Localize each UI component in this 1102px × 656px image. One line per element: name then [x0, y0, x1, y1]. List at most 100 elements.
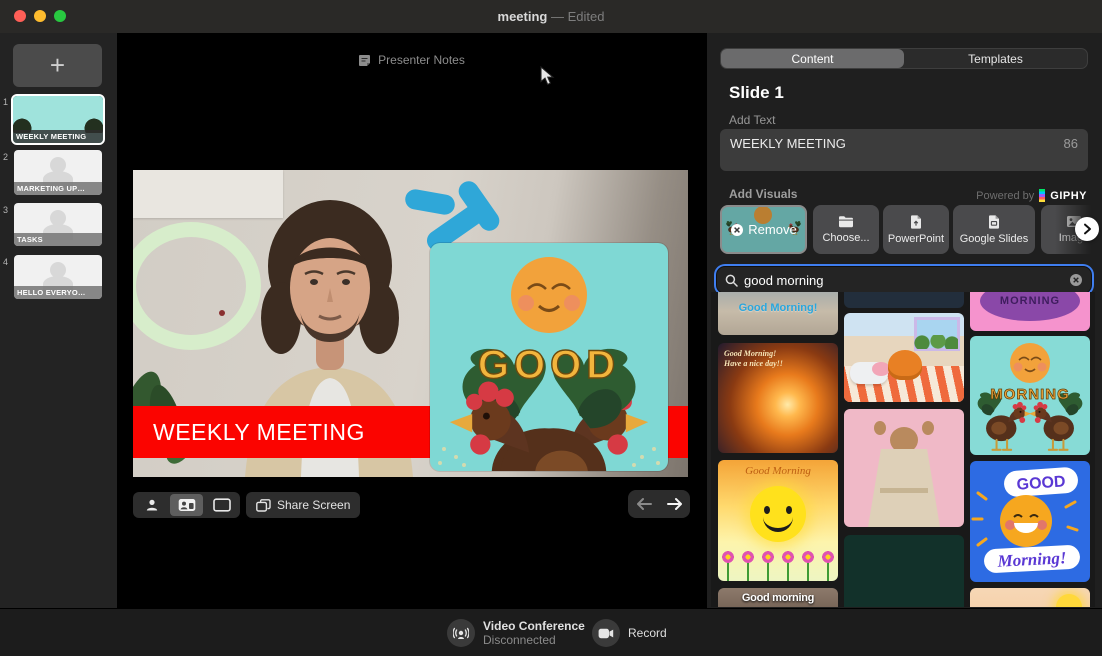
hand-graphic: [874, 421, 886, 435]
share-screen-button[interactable]: Share Screen: [246, 492, 360, 518]
sun-eye: [786, 506, 792, 514]
powered-by-label: Powered by: [976, 190, 1034, 202]
document-name: meeting: [498, 9, 548, 24]
sun-smile: [763, 516, 793, 532]
slide-thumbnail-2[interactable]: MARKETING UP…: [14, 150, 102, 195]
share-screen-label: Share Screen: [277, 498, 350, 512]
gif-caption: MORNING: [1000, 295, 1060, 307]
person-silhouette: [50, 262, 66, 278]
slide-thumbnail-4[interactable]: HELLO EVERYO…: [14, 255, 102, 299]
slide-thumb-label: HELLO EVERYO…: [14, 286, 102, 299]
slide-number: 3: [3, 205, 13, 215]
gif-result[interactable]: MORNING: [970, 292, 1090, 331]
slide-thumbnail-3[interactable]: TASKS: [14, 203, 102, 246]
previous-slide-button[interactable]: [635, 497, 653, 511]
gif-caption: Good Morning: [718, 465, 838, 477]
share-screen-icon: [256, 499, 271, 512]
layout-slide-only-button[interactable]: [205, 494, 238, 516]
gif-results-grid: Good Morning! Good Morning! Have a nice …: [711, 292, 1095, 607]
gif-result[interactable]: [844, 535, 964, 607]
slide-text-value: WEEKLY MEETING: [730, 136, 846, 151]
picture-in-picture-icon: [178, 498, 196, 512]
google-slides-label: Google Slides: [960, 233, 1029, 245]
gif-caption: Good Morning!: [718, 302, 838, 314]
gif-word: GOOD: [478, 343, 620, 387]
layout-presenter-button[interactable]: [135, 494, 168, 516]
search-icon: [725, 274, 738, 287]
text-blob-graphic: MORNING: [980, 292, 1080, 321]
cat-graphic: [888, 350, 922, 380]
stage: Presenter Notes: [117, 33, 706, 608]
video-conference-button[interactable]: [447, 619, 475, 647]
person-icon: [145, 498, 159, 512]
slide-thumbnail-1[interactable]: WEEKLY MEETING: [11, 94, 105, 145]
giphy-logo-text: GIPHY: [1050, 190, 1087, 202]
gif-result[interactable]: [970, 588, 1090, 607]
google-slides-file-icon: [988, 215, 1000, 229]
content-panel: Content Templates Slide 1 Add Text WEEKL…: [706, 33, 1102, 608]
slide-text-input[interactable]: WEEKLY MEETING 86: [720, 129, 1088, 171]
slide-thumb-label: MARKETING UP…: [14, 182, 102, 195]
tab-templates[interactable]: Templates: [904, 49, 1087, 68]
slide-nav: [628, 490, 690, 518]
google-slides-button[interactable]: Google Slides: [953, 205, 1035, 254]
gif-caption: Good Morning!: [724, 349, 776, 358]
clear-search-icon[interactable]: [1069, 273, 1083, 287]
slide-number: 2: [3, 152, 13, 162]
window-title: meeting — Edited: [0, 9, 1102, 24]
gif-caption: GOOD: [1016, 473, 1066, 493]
connection-status: Disconnected: [483, 633, 556, 647]
video-conference-label: Video Conference: [483, 619, 585, 633]
record-button[interactable]: [592, 619, 620, 647]
presenter-notes-label: Presenter Notes: [378, 53, 465, 67]
search-input[interactable]: [744, 273, 1063, 288]
person-silhouette: [50, 157, 66, 173]
remove-label: Remove: [748, 222, 796, 237]
tab-content[interactable]: Content: [721, 49, 904, 68]
slide-frame-icon: [213, 498, 231, 512]
remove-visual-button[interactable]: Remove: [720, 205, 807, 254]
video-camera-icon: [598, 628, 614, 639]
powerpoint-file-icon: [910, 215, 922, 229]
gif-result[interactable]: Good Morning! Have a nice day!!: [718, 343, 838, 453]
gif-result[interactable]: [844, 409, 964, 527]
gif-overlay[interactable]: GOOD: [430, 243, 668, 471]
person-silhouette: [50, 210, 66, 226]
notes-icon: [358, 54, 371, 67]
gif-result[interactable]: Good Morning: [718, 460, 838, 581]
powerpoint-button[interactable]: PowerPoint: [883, 205, 949, 254]
slide-number: 4: [3, 257, 13, 267]
gif-result[interactable]: Good Morning!: [718, 292, 838, 335]
app-window: meeting — Edited + 1 WEEKLY MEETING 2 MA…: [0, 0, 1102, 656]
gif-search-field: [717, 267, 1091, 293]
char-counter: 86: [1064, 136, 1078, 151]
bottom-bar: Video Conference Disconnected Record: [0, 608, 1102, 656]
next-slide-button[interactable]: [666, 497, 684, 511]
folder-icon: [838, 215, 854, 228]
gif-result[interactable]: MORNING: [970, 336, 1090, 455]
gif-result[interactable]: [844, 292, 964, 308]
flowers-graphic: [718, 549, 838, 581]
giphy-attribution: Powered by GIPHY: [976, 189, 1087, 202]
chevron-right-icon: [1082, 223, 1092, 235]
gif-caption: Morning!: [996, 548, 1067, 571]
presenter-notes-toggle[interactable]: Presenter Notes: [117, 53, 706, 67]
scroll-right-button[interactable]: [1075, 217, 1099, 241]
layout-segmented-control: [133, 492, 240, 518]
layout-picture-in-picture-button[interactable]: [170, 494, 203, 516]
panel-tabs: Content Templates: [720, 48, 1088, 69]
choose-label: Choose...: [822, 232, 869, 244]
choose-file-button[interactable]: Choose...: [813, 205, 879, 254]
good-morning-gif: GOOD: [430, 243, 668, 471]
gif-caption: Good morning: [718, 592, 838, 604]
sun-graphic: [1056, 594, 1082, 607]
bush-graphic: [914, 335, 958, 349]
gif-result[interactable]: GOOD Morning!: [970, 461, 1090, 582]
add-slide-button[interactable]: +: [13, 44, 102, 87]
gif-result[interactable]: Good morning: [718, 588, 838, 607]
giphy-logo-icon: [1039, 189, 1045, 202]
remove-icon: [730, 223, 744, 237]
hand-graphic: [922, 421, 934, 435]
gif-result[interactable]: [844, 313, 964, 402]
broadcast-person-icon: [453, 626, 469, 641]
